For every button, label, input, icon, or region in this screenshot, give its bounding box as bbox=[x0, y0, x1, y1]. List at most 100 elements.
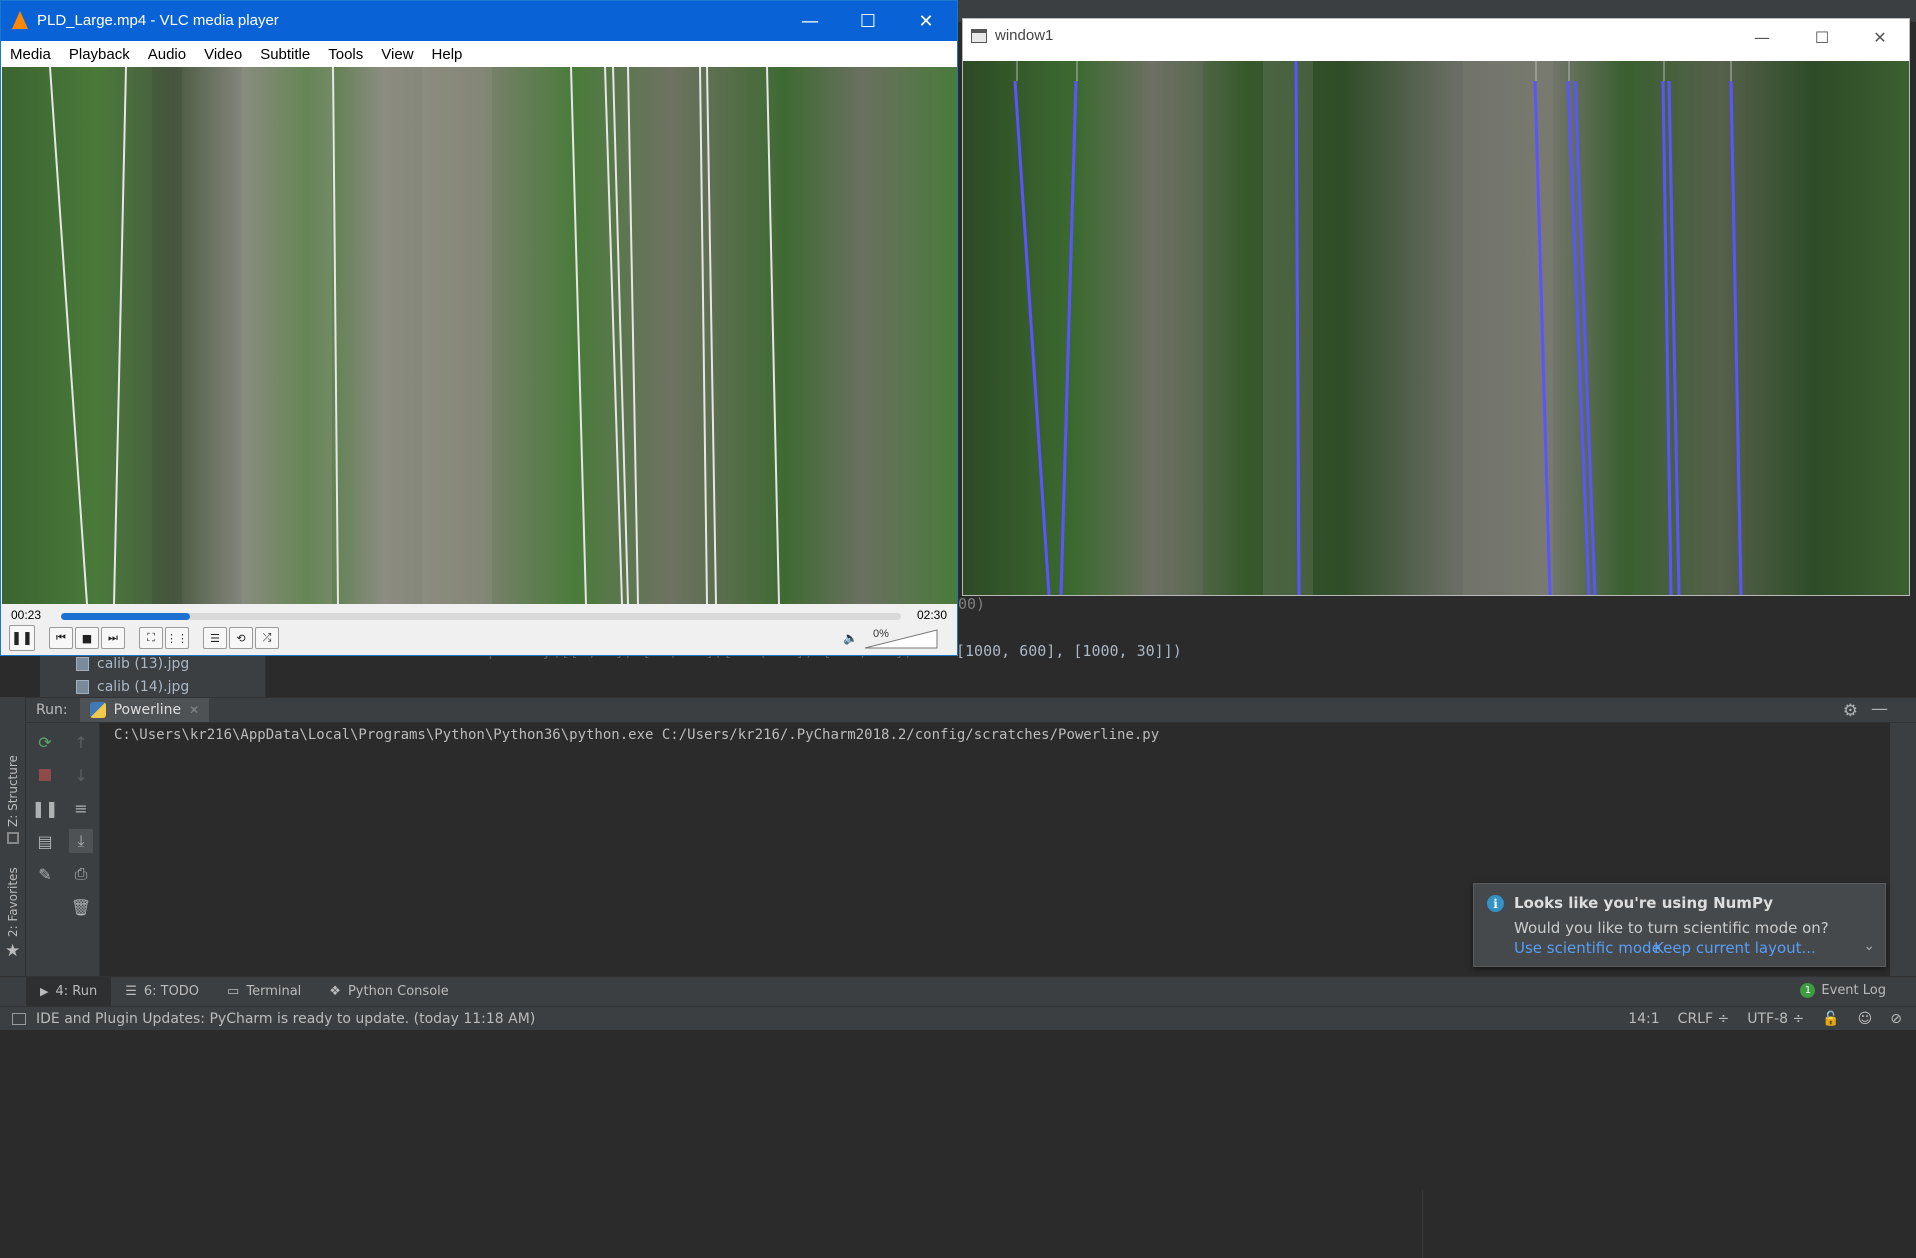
layout-icon[interactable]: ▤ bbox=[33, 829, 57, 853]
close-icon[interactable]: ✕ bbox=[189, 703, 199, 717]
structure-tab[interactable]: Z: Structure bbox=[6, 755, 20, 827]
next-button[interactable]: ⏭ bbox=[101, 627, 125, 649]
previous-button[interactable]: ⏮ bbox=[49, 627, 73, 649]
keep-current-layout-link[interactable]: Keep current layout... bbox=[1654, 939, 1816, 957]
vlc-cone-icon bbox=[12, 11, 28, 29]
menu-playback[interactable]: Playback bbox=[60, 46, 139, 63]
menu-help[interactable]: Help bbox=[423, 46, 472, 63]
window-icon bbox=[971, 29, 987, 43]
vlc-title-bar[interactable]: PLD_Large.mp4 - VLC media player — ☐ ✕ bbox=[1, 1, 957, 41]
notification-message: Would you like to turn scientific mode o… bbox=[1514, 919, 1829, 937]
run-label: Run: bbox=[36, 702, 68, 718]
status-bar: IDE and Plugin Updates: PyCharm is ready… bbox=[0, 1006, 1916, 1030]
rerun-icon[interactable]: ⟳ bbox=[33, 730, 57, 754]
loop-button[interactable]: ⟲ bbox=[229, 627, 253, 649]
memory-icon[interactable]: ⊘ bbox=[1890, 1011, 1902, 1027]
cv-title-bar[interactable]: window1 — ☐ ✕ bbox=[963, 19, 1909, 55]
cursor-position[interactable]: 14:1 bbox=[1628, 1011, 1659, 1027]
star-icon: ★ bbox=[5, 941, 21, 961]
run-tab-label: Powerline bbox=[113, 702, 182, 718]
vlc-window: PLD_Large.mp4 - VLC media player — ☐ ✕ M… bbox=[0, 0, 958, 656]
vlc-controls: 00:23 02:30 ❚❚ ⏮ ■ ⏭ ⛶ ⋮⋮ ☰ ⟲ ⤮ 🔈 0% bbox=[1, 604, 957, 655]
elapsed-time: 00:23 bbox=[11, 608, 42, 622]
event-count-badge: 1 bbox=[1800, 983, 1816, 998]
vlc-menu-bar: Media Playback Audio Video Subtitle Tool… bbox=[1, 41, 957, 67]
maximize-button[interactable]: ☐ bbox=[1793, 19, 1851, 55]
vlc-window-title: PLD_Large.mp4 - VLC media player bbox=[37, 12, 279, 29]
tab-terminal-label: Terminal bbox=[246, 984, 302, 999]
right-tool-strip bbox=[1890, 723, 1916, 976]
volume-level: 0% bbox=[873, 628, 889, 640]
total-time: 02:30 bbox=[917, 608, 948, 622]
minimize-panel-icon[interactable]: — bbox=[1871, 699, 1888, 719]
inspector-icon[interactable]: ☺ bbox=[1858, 1011, 1873, 1027]
file-encoding[interactable]: UTF-8 ÷ bbox=[1747, 1011, 1804, 1027]
run-tab-powerline[interactable]: Powerline ✕ bbox=[79, 698, 210, 722]
processed-frame bbox=[963, 61, 1909, 595]
arrow-up-icon[interactable]: ↑ bbox=[69, 730, 93, 754]
seek-bar[interactable] bbox=[61, 613, 901, 620]
trash-icon[interactable]: 🗑 bbox=[69, 895, 93, 919]
tab-terminal[interactable]: ▭ Terminal bbox=[213, 977, 315, 1007]
code-fragment: 00) bbox=[958, 595, 986, 613]
tab-python-console[interactable]: ❖ Python Console bbox=[315, 977, 462, 1007]
fullscreen-button[interactable]: ⛶ bbox=[139, 627, 163, 649]
use-scientific-mode-link[interactable]: Use scientific mode bbox=[1514, 939, 1661, 957]
random-button[interactable]: ⤮ bbox=[255, 627, 279, 649]
list-icon: ☰ bbox=[125, 984, 137, 999]
line-separator[interactable]: CRLF ÷ bbox=[1678, 1011, 1730, 1027]
menu-audio[interactable]: Audio bbox=[139, 46, 195, 63]
project-file-label: calib (14).jpg bbox=[97, 679, 190, 695]
pause-icon[interactable]: ❚❚ bbox=[32, 796, 59, 820]
print-icon[interactable]: ⎙ bbox=[69, 862, 93, 886]
close-button[interactable]: ✕ bbox=[897, 1, 955, 41]
event-log-label: Event Log bbox=[1821, 983, 1886, 998]
video-area[interactable] bbox=[2, 67, 957, 604]
minimize-button[interactable]: — bbox=[1733, 19, 1791, 55]
tab-todo[interactable]: ☰ 6: TODO bbox=[111, 977, 213, 1007]
python-icon bbox=[89, 702, 106, 718]
chevron-down-icon[interactable]: ⌄ bbox=[1863, 938, 1875, 954]
menu-media[interactable]: Media bbox=[1, 46, 60, 63]
code-line: [1000, 600], [1000, 30]]) bbox=[956, 642, 1182, 660]
pause-button[interactable]: ❚❚ bbox=[9, 625, 35, 651]
tab-todo-label: 6: TODO bbox=[143, 984, 200, 999]
window-icon[interactable] bbox=[12, 1012, 26, 1025]
menu-video[interactable]: Video bbox=[195, 46, 251, 63]
cv-window-title: window1 bbox=[995, 27, 1054, 44]
menu-tools[interactable]: Tools bbox=[319, 46, 372, 63]
terminal-icon: ▭ bbox=[227, 984, 240, 999]
run-toolbar: ⟳ ↑ ↓ ❚❚ ≡ ▤ ⤓ ✎ ⎙ 🗑 bbox=[26, 723, 100, 976]
stop-button[interactable]: ■ bbox=[75, 627, 99, 649]
maximize-button[interactable]: ☐ bbox=[839, 1, 897, 41]
tab-python-console-label: Python Console bbox=[347, 984, 449, 999]
playlist-button[interactable]: ☰ bbox=[203, 627, 227, 649]
lock-icon[interactable]: 🔓 bbox=[1822, 1011, 1839, 1027]
speaker-icon[interactable]: 🔈 bbox=[843, 631, 858, 645]
project-file-label: calib (13).jpg bbox=[97, 656, 190, 672]
project-file-item[interactable]: calib (14).jpg bbox=[76, 676, 189, 698]
console-output: C:\Users\kr216\AppData\Local\Programs\Py… bbox=[114, 727, 1160, 743]
status-message[interactable]: IDE and Plugin Updates: PyCharm is ready… bbox=[36, 1011, 535, 1027]
seek-bar-progress bbox=[61, 613, 190, 620]
stop-icon[interactable] bbox=[33, 763, 57, 787]
project-file-item[interactable]: calib (13).jpg bbox=[76, 653, 189, 675]
notification-title: Looks like you're using NumPy bbox=[1514, 894, 1773, 912]
soft-wrap-icon[interactable]: ≡ bbox=[69, 796, 93, 820]
image-file-icon bbox=[76, 680, 89, 694]
gear-icon[interactable]: ⚙ bbox=[1843, 701, 1858, 721]
scroll-to-end-icon[interactable]: ⤓ bbox=[69, 829, 93, 853]
numpy-notification: i Looks like you're using NumPy Would yo… bbox=[1473, 883, 1886, 967]
menu-subtitle[interactable]: Subtitle bbox=[251, 46, 319, 63]
minimize-button[interactable]: — bbox=[781, 1, 839, 41]
pin-icon[interactable]: ✎ bbox=[33, 862, 57, 886]
structure-icon bbox=[7, 832, 19, 844]
extended-settings-button[interactable]: ⋮⋮ bbox=[165, 627, 189, 649]
event-log-button[interactable]: 1 Event Log bbox=[1800, 983, 1886, 998]
menu-view[interactable]: View bbox=[372, 46, 422, 63]
close-button[interactable]: ✕ bbox=[1851, 19, 1909, 55]
tab-run[interactable]: ▶ 4: Run bbox=[26, 976, 112, 1007]
favorites-tab[interactable]: 2: Favorites bbox=[6, 867, 20, 937]
volume-slider[interactable]: 0% bbox=[863, 628, 939, 650]
arrow-down-icon[interactable]: ↓ bbox=[69, 763, 93, 787]
